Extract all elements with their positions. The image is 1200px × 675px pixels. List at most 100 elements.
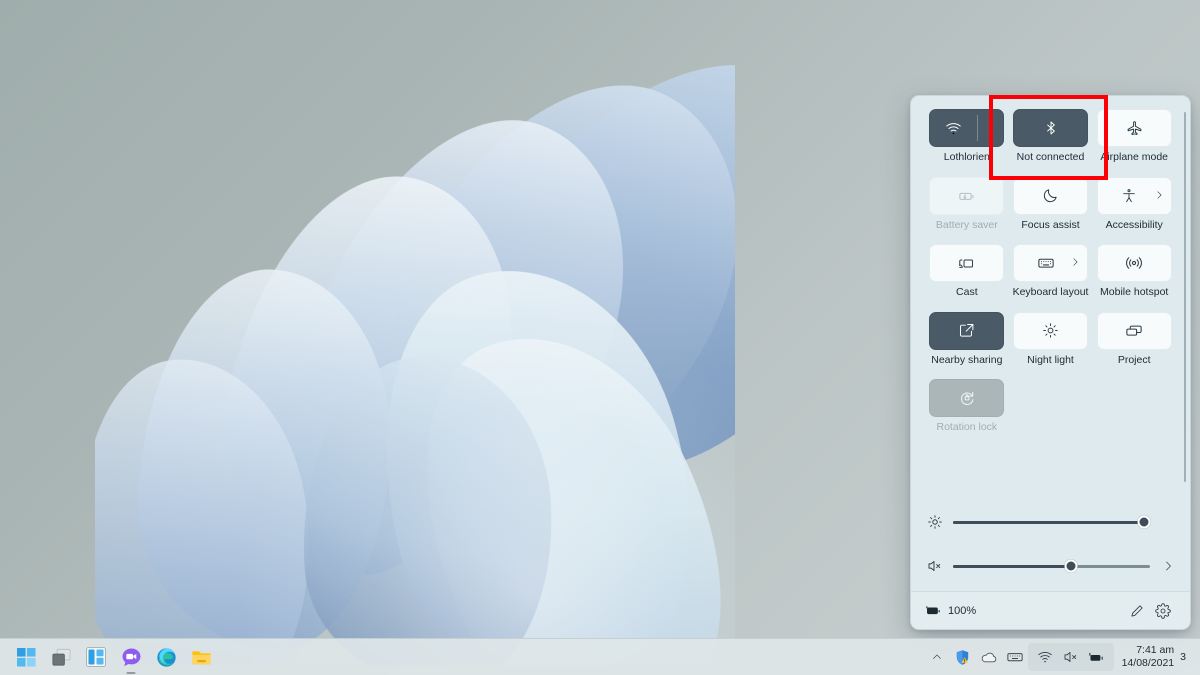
quick-tile-cast[interactable]: Cast [925, 244, 1009, 299]
tile-label: Accessibility [1105, 218, 1163, 231]
keyboard-icon [1006, 653, 1023, 662]
cast-icon [959, 259, 974, 268]
tile-spacer [1009, 379, 1093, 434]
tile-row: Cast Keyboard layout Mobile hotspot [925, 244, 1176, 312]
project-icon [1126, 325, 1142, 336]
cast-tile-button[interactable] [929, 244, 1005, 283]
defender-icon[interactable] [950, 644, 976, 670]
volume-muted-icon[interactable] [927, 558, 949, 574]
quick-tile-focus-assist[interactable]: Focus assist [1009, 176, 1093, 232]
bluetooth-tile-button[interactable] [1013, 109, 1088, 147]
touch-keyboard-icon[interactable] [1002, 644, 1028, 670]
cloud-icon [981, 652, 996, 663]
chat-button[interactable] [119, 645, 143, 674]
quick-settings-tile-grid: Lothlorien Not connected Airplane mode B… [911, 96, 1190, 496]
quick-tile-rotation-lock[interactable]: Rotation lock [925, 379, 1009, 434]
moon-icon [1043, 189, 1057, 203]
focus-assist-tile-button[interactable] [1013, 176, 1088, 215]
battery-icon[interactable] [1084, 644, 1110, 670]
brightness-slider-fill [953, 520, 1145, 524]
tile-spacer [1092, 379, 1176, 434]
keyboard-layout-expand[interactable] [1070, 254, 1080, 272]
airplane-tile-button[interactable] [1096, 109, 1172, 147]
edge-icon [156, 647, 176, 667]
nearby-sharing-icon [960, 324, 974, 337]
onedrive-icon[interactable] [976, 644, 1002, 670]
tile-label: Mobile hotspot [1100, 286, 1169, 299]
hotspot-icon [1126, 257, 1143, 269]
volume-expand-button[interactable] [1154, 560, 1174, 572]
nearby-sharing-tile-button[interactable] [929, 311, 1005, 350]
tile-label: Cast [956, 286, 978, 299]
clock-date: 14/08/2021 [1121, 657, 1175, 669]
wifi-icon[interactable] [1032, 644, 1058, 670]
tray-status-group[interactable] [1027, 643, 1114, 671]
tile-row: Nearby sharing Night light Project [925, 311, 1176, 380]
quick-tile-airplane-mode[interactable]: Airplane mode [1092, 109, 1176, 164]
task-view-button[interactable] [49, 645, 73, 669]
quick-tile-battery-saver[interactable]: Battery saver [925, 176, 1009, 232]
battery-saver-tile-button[interactable] [929, 176, 1005, 215]
accessibility-icon [1123, 188, 1135, 202]
tile-label: Lothlorien [943, 151, 990, 163]
volume-muted-icon[interactable] [1058, 644, 1084, 670]
volume-slider-thumb[interactable] [1064, 559, 1078, 573]
battery-saver-icon [959, 192, 974, 200]
tile-label: Project [1117, 353, 1151, 366]
brightness-slider-row[interactable] [927, 500, 1174, 544]
chat-icon [122, 648, 140, 666]
battery-status[interactable]: 100% [925, 602, 1124, 619]
quick-tile-nearby-sharing[interactable]: Nearby sharing [925, 311, 1009, 367]
wifi-tile-button[interactable] [929, 109, 1005, 147]
system-tray[interactable]: 7:41 am 14/08/2021 3 [924, 639, 1200, 675]
quick-settings-scrollbar[interactable] [1184, 112, 1186, 482]
settings-button[interactable] [1150, 598, 1176, 624]
chevron-up-icon [932, 654, 941, 659]
rotation-lock-tile-button[interactable] [929, 379, 1005, 418]
brightness-slider-thumb[interactable] [1137, 515, 1151, 529]
night-light-tile-button[interactable] [1013, 311, 1088, 350]
edit-quick-settings-button[interactable] [1124, 598, 1150, 624]
notification-badge[interactable]: 3 [1180, 651, 1192, 663]
project-tile-button[interactable] [1096, 311, 1172, 350]
folder-icon [191, 650, 211, 664]
clock[interactable]: 7:41 am 14/08/2021 [1118, 644, 1181, 671]
accessibility-expand[interactable] [1154, 187, 1164, 205]
tile-label: Focus assist [1021, 218, 1080, 231]
widgets-button[interactable] [84, 645, 108, 669]
keyboard-icon [1037, 258, 1054, 268]
mobile-hotspot-tile-button[interactable] [1096, 244, 1172, 283]
wifi-expand-button[interactable] [978, 110, 1003, 146]
quick-tile-keyboard-layout[interactable]: Keyboard layout [1009, 244, 1093, 299]
tile-label: Keyboard layout [1012, 286, 1089, 299]
show-hidden-icons-button[interactable] [924, 651, 950, 663]
quick-tile-night-light[interactable]: Night light [1009, 311, 1093, 367]
bluetooth-icon [1046, 121, 1055, 135]
quick-tile-mobile-hotspot[interactable]: Mobile hotspot [1092, 244, 1176, 299]
accessibility-tile-button[interactable] [1096, 176, 1172, 215]
bloom-wallpaper [95, 55, 735, 665]
tile-label: Rotation lock [936, 421, 998, 434]
quick-settings-panel[interactable]: Lothlorien Not connected Airplane mode B… [910, 95, 1191, 630]
edge-button[interactable] [154, 645, 178, 669]
quick-tile-wifi[interactable]: Lothlorien [925, 109, 1009, 164]
tile-label: Airplane mode [1100, 151, 1169, 163]
volume-slider-row[interactable] [927, 544, 1174, 588]
volume-slider[interactable] [953, 559, 1150, 573]
brightness-slider[interactable] [953, 515, 1151, 529]
tile-label: Battery saver [935, 218, 998, 231]
quick-tile-accessibility[interactable]: Accessibility [1092, 176, 1176, 232]
pencil-icon [1131, 604, 1143, 616]
quick-tile-project[interactable]: Project [1092, 311, 1176, 367]
tile-row: Battery saver Focus assist Accessibility [925, 176, 1176, 245]
shield-warning-icon [956, 649, 969, 665]
wifi-toggle[interactable] [930, 110, 977, 146]
brightness-icon [927, 514, 949, 530]
tile-label: Night light [1027, 353, 1074, 366]
quick-tile-bluetooth[interactable]: Not connected [1009, 109, 1093, 164]
taskbar[interactable]: 7:41 am 14/08/2021 3 [0, 638, 1200, 675]
file-explorer-button[interactable] [189, 645, 213, 669]
brightness-icon [1043, 323, 1058, 338]
start-button[interactable] [14, 645, 38, 669]
keyboard-layout-tile-button[interactable] [1013, 244, 1088, 283]
